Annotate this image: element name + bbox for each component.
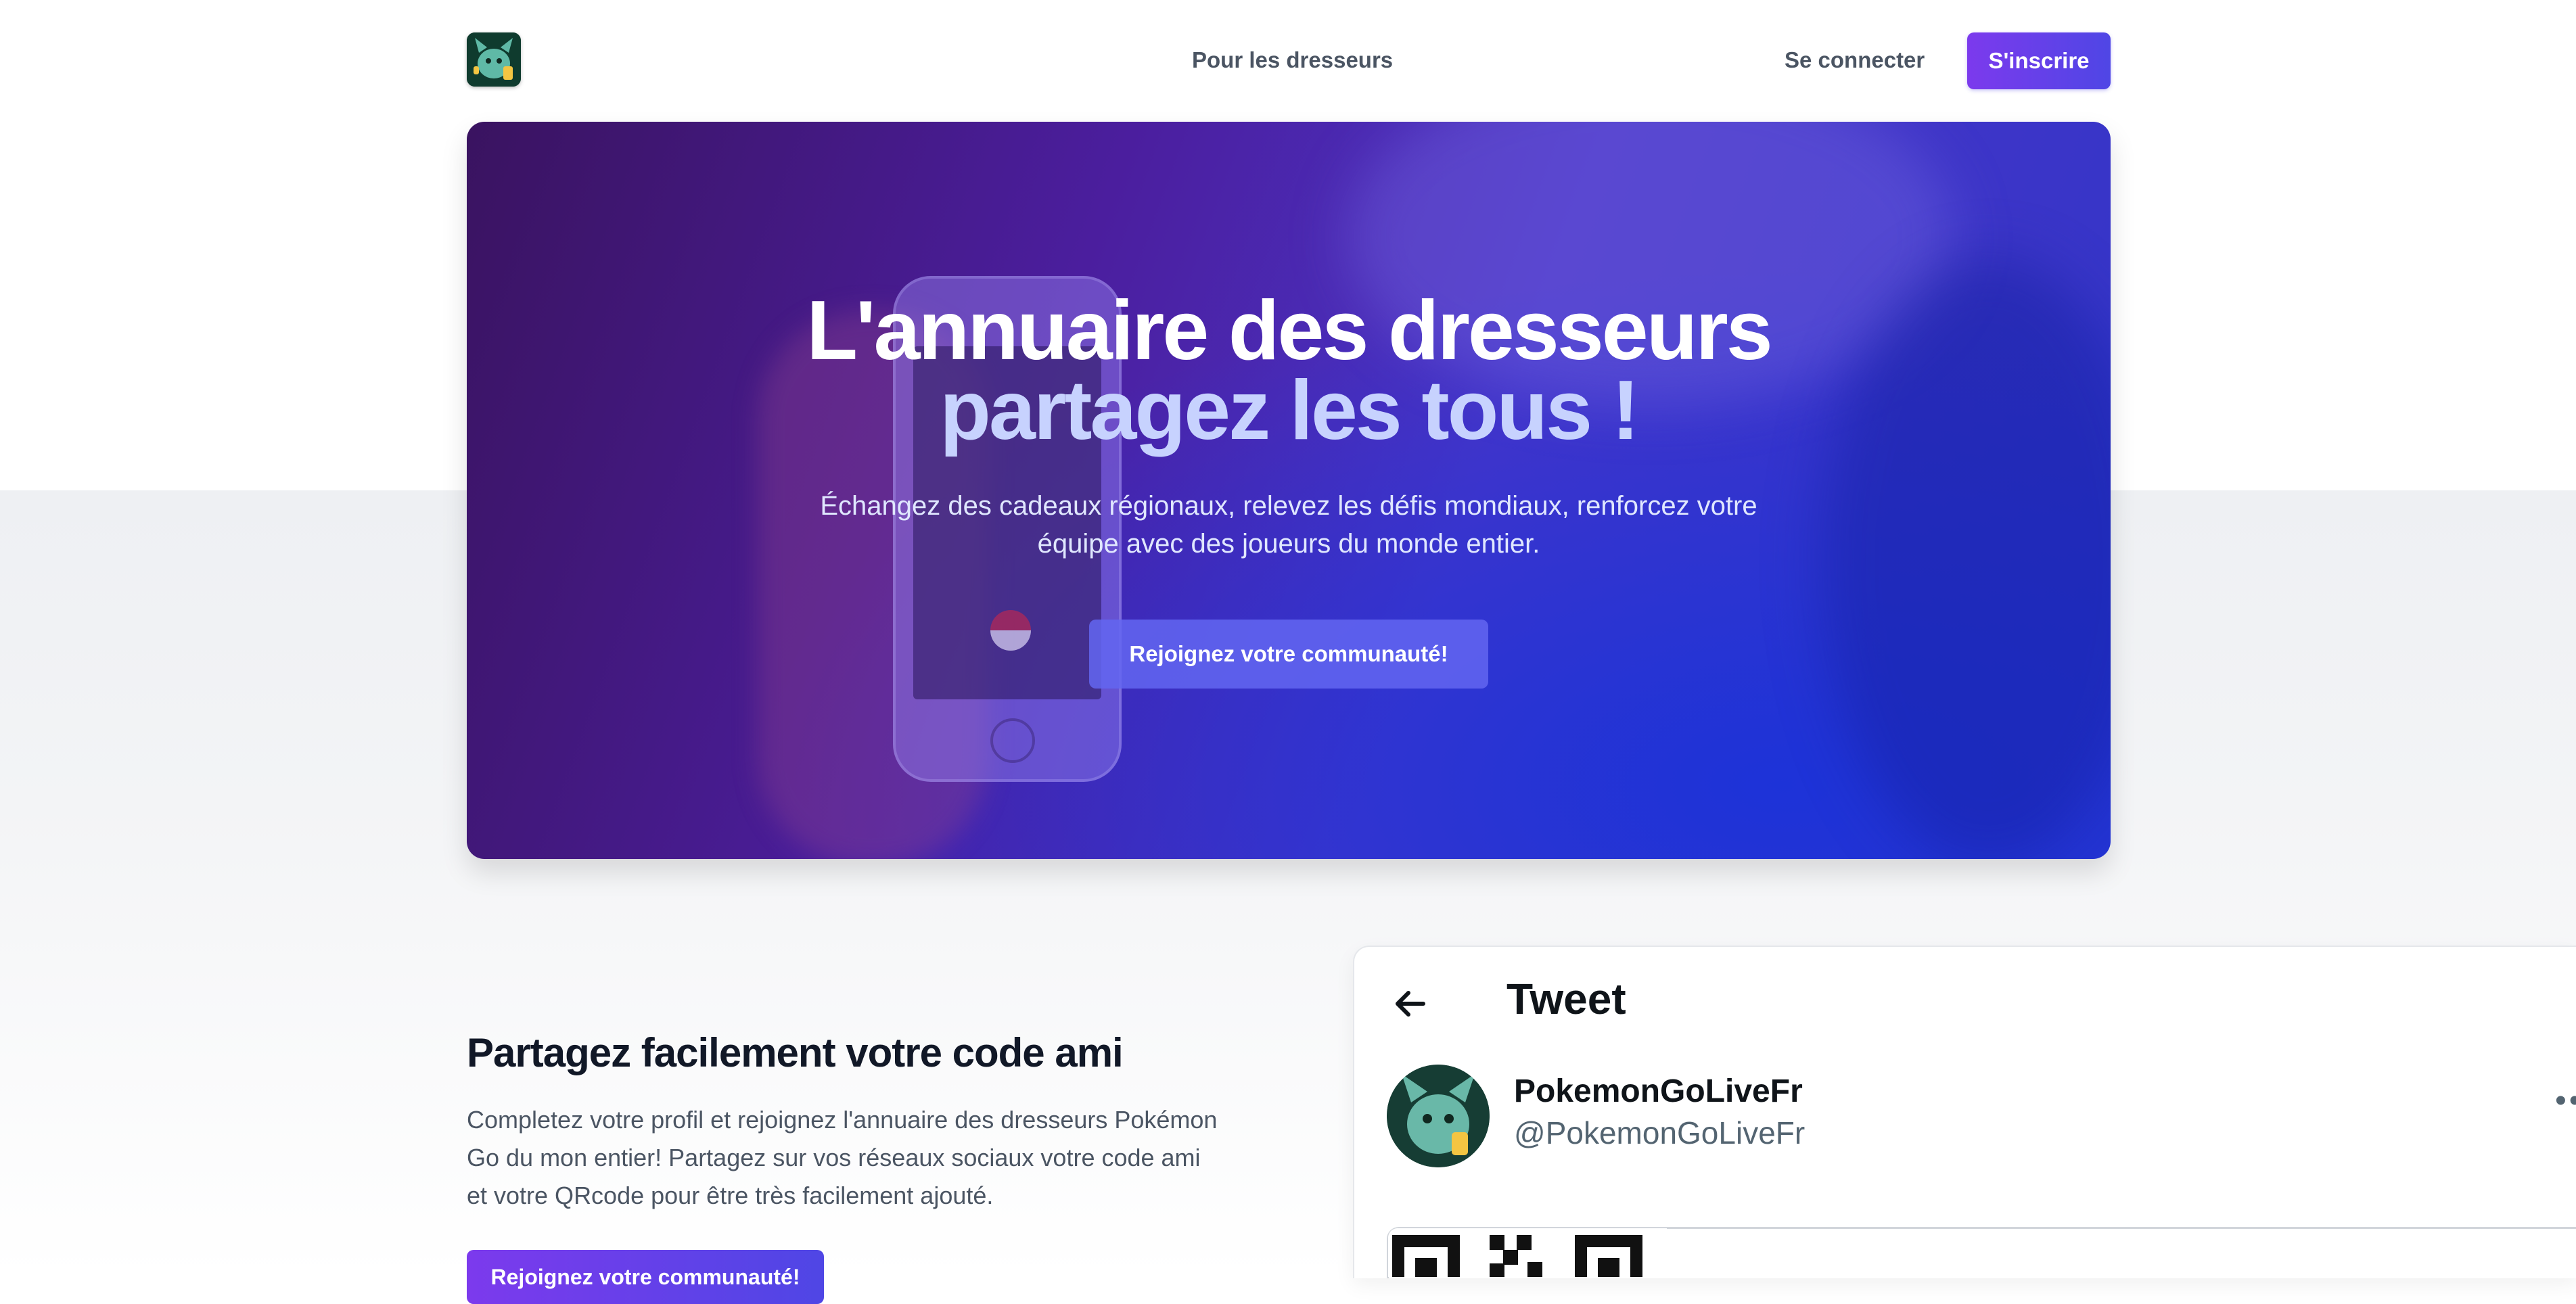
site-logo[interactable] <box>467 32 521 87</box>
hero-join-button[interactable]: Rejoignez votre communauté! <box>1089 620 1488 689</box>
tweet-author-handle: @PokemonGoLiveFr <box>1514 1115 1806 1150</box>
pokeball-icon <box>990 610 1031 651</box>
qr-code-icon <box>1392 1235 1642 1277</box>
more-dots-icon[interactable]: •• <box>2555 1082 2576 1119</box>
mascot-logo-icon <box>467 32 521 87</box>
login-link[interactable]: Se connecter <box>1785 47 1925 73</box>
hero-banner: L'annuaire des dresseurs partagez les to… <box>467 122 2111 859</box>
nav-link-trainers[interactable]: Pour les dresseurs <box>1192 47 1393 73</box>
phone-home-button <box>990 718 1035 763</box>
signup-button[interactable]: S'inscrire <box>1967 32 2111 89</box>
share-section-text: Completez votre profil et rejoignez l'an… <box>467 1106 1218 1209</box>
tweet-author-name: PokemonGoLiveFr <box>1514 1073 1803 1109</box>
hero-title: L'annuaire des dresseurs partagez les to… <box>467 289 2111 457</box>
share-join-button[interactable]: Rejoignez votre communauté! <box>467 1250 824 1304</box>
share-section-title: Partagez facilement votre code ami <box>467 1030 1124 1075</box>
top-navigation: Pour les dresseurs Se connecter S'inscri… <box>467 31 2111 91</box>
arrow-left-icon[interactable] <box>1389 983 1430 1024</box>
tweet-header: Tweet <box>1506 975 1626 1023</box>
mascot-avatar-icon <box>1387 1065 1490 1167</box>
avatar[interactable] <box>1387 1065 1490 1167</box>
hero-title-line2: partagez les tous ! <box>940 364 1640 457</box>
qr-code-image <box>1388 1228 1667 1277</box>
hero-subtitle: Échangez des cadeaux régionaux, relevez … <box>820 491 1757 559</box>
